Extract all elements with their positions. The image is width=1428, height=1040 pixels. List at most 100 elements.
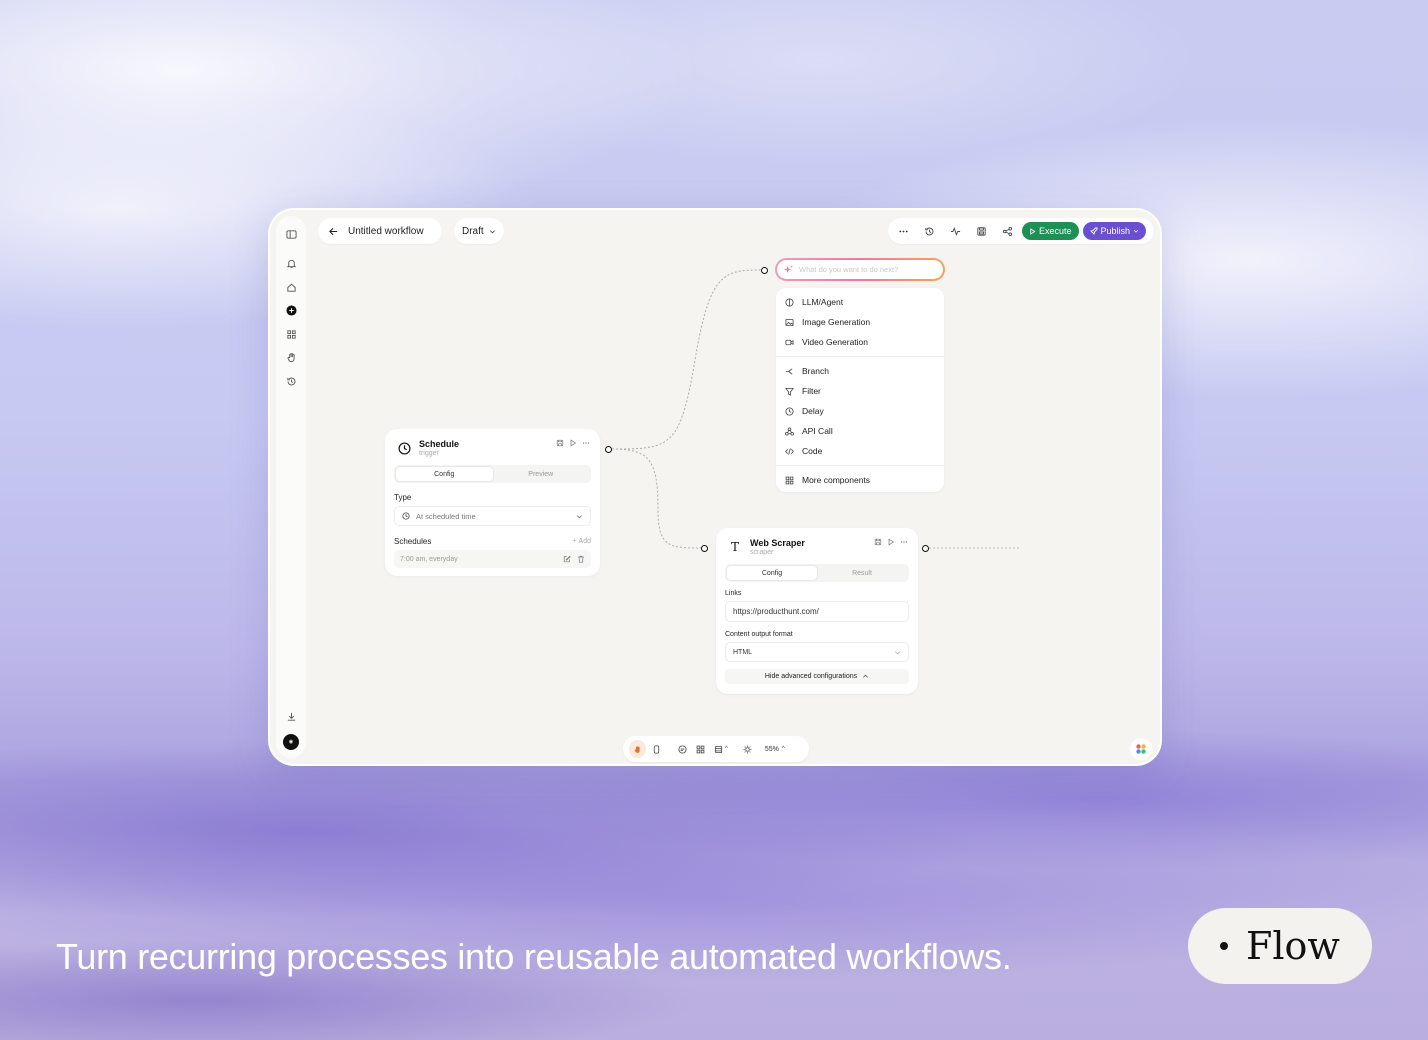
chevron-up-icon: ^ <box>781 746 785 752</box>
zoom-level: 55% <box>764 745 779 753</box>
theme-button[interactable] <box>740 740 755 758</box>
llm-icon <box>785 297 794 307</box>
comment-button[interactable] <box>675 740 690 758</box>
node-tabs: Config Preview <box>394 465 591 483</box>
hand-icon <box>634 745 640 753</box>
flow-badge-label: Flow <box>1246 924 1340 968</box>
menu-item-label: Delay <box>802 406 824 416</box>
menu-divider <box>776 465 944 466</box>
web-scraper-node[interactable]: T Web Scraper scraper Config Result Link… <box>716 528 918 694</box>
hide-advanced-label: Hide advanced configurations <box>764 673 858 680</box>
menu-item-delay[interactable]: Delay <box>776 401 944 421</box>
api-icon <box>785 426 794 436</box>
node-subtitle: scraper <box>750 549 774 556</box>
trash-icon[interactable] <box>577 555 585 563</box>
menu-item-filter[interactable]: Filter <box>776 381 944 401</box>
menu-item-label: More components <box>802 475 871 485</box>
pointer-tool-button[interactable] <box>649 740 664 758</box>
marketing-tagline: Turn recurring processes into reusable a… <box>56 936 1012 977</box>
image-icon <box>785 318 794 326</box>
tab-config[interactable]: Config <box>396 467 493 481</box>
chevron-down-icon <box>895 650 900 654</box>
menu-item-label: LLM/Agent <box>802 297 844 307</box>
grid-icon <box>785 476 794 484</box>
links-input[interactable]: https://producthunt.com/ <box>725 601 909 622</box>
schedule-entry[interactable]: 7:00 am, everyday <box>394 550 591 568</box>
input-port[interactable] <box>701 545 708 552</box>
node-title: Web Scraper <box>750 538 805 548</box>
menu-item-label: Image Generation <box>802 317 871 327</box>
code-icon <box>785 447 794 455</box>
chevron-up-icon <box>863 674 869 678</box>
save-icon[interactable] <box>874 538 882 546</box>
type-value: At scheduled time <box>416 511 476 521</box>
components-button[interactable] <box>693 740 708 758</box>
tab-preview[interactable]: Preview <box>493 467 590 481</box>
play-icon[interactable] <box>569 439 577 447</box>
output-port[interactable] <box>605 446 612 453</box>
format-label: Content output format <box>725 631 793 638</box>
component-menu: LLM/Agent Image Generation Video Generat… <box>776 288 944 492</box>
workflow-app-window: ◉ Untitled workflow Draft Execute Publis… <box>268 208 1162 766</box>
more-icon[interactable] <box>900 538 908 546</box>
menu-item-api-call[interactable]: API Call <box>776 421 944 441</box>
save-icon[interactable] <box>556 439 564 447</box>
tab-config[interactable]: Config <box>727 566 817 580</box>
pointer-icon <box>653 744 660 754</box>
format-select[interactable]: HTML <box>725 642 909 662</box>
sparkle-icon <box>784 265 793 274</box>
format-value: HTML <box>733 648 753 656</box>
input-port[interactable] <box>761 267 768 274</box>
bullet-icon <box>1220 942 1229 950</box>
add-schedule-button[interactable]: + Add <box>572 538 591 545</box>
plus-icon: + <box>572 538 577 545</box>
hide-advanced-button[interactable]: Hide advanced configurations <box>725 669 909 684</box>
menu-item-label: Code <box>802 446 823 456</box>
clock-icon <box>402 512 410 520</box>
hand-tool-button[interactable] <box>629 740 646 758</box>
type-label: Type <box>394 493 412 502</box>
menu-item-branch[interactable]: Branch <box>776 361 944 381</box>
next-step-input[interactable]: What do you want to do next? <box>775 258 945 281</box>
schedule-node[interactable]: Schedule trigger Config Preview Type At … <box>385 429 600 576</box>
chevron-down-icon <box>577 514 582 518</box>
menu-item-more-components[interactable]: More components <box>776 470 944 490</box>
menu-item-label: Video Generation <box>802 337 869 347</box>
type-select[interactable]: At scheduled time <box>394 506 591 526</box>
menu-item-label: Branch <box>802 366 829 376</box>
menu-item-llm-agent[interactable]: LLM/Agent <box>776 292 944 312</box>
schedule-entry-text: 7:00 am, everyday <box>400 555 458 563</box>
clock-icon <box>395 439 413 457</box>
text-icon: T <box>730 540 739 554</box>
output-port[interactable] <box>922 545 929 552</box>
grid-icon <box>696 745 705 753</box>
branch-icon <box>785 367 793 375</box>
tab-result[interactable]: Result <box>817 566 907 580</box>
edit-icon[interactable] <box>563 555 571 563</box>
menu-item-image-generation[interactable]: Image Generation <box>776 312 944 332</box>
chevron-up-icon: ^ <box>725 746 728 752</box>
menu-item-label: API Call <box>802 426 833 436</box>
menu-divider <box>776 356 944 357</box>
menu-item-label: Filter <box>802 386 821 396</box>
node-subtitle: trigger <box>419 450 439 457</box>
schedules-label: Schedules <box>394 537 432 546</box>
canvas-toolbar: ^ 55% ^ <box>623 736 809 762</box>
apps-icon[interactable] <box>1130 738 1152 760</box>
menu-item-video-generation[interactable]: Video Generation <box>776 332 944 352</box>
layout-icon <box>714 745 723 753</box>
sun-icon <box>743 744 752 754</box>
menu-item-code[interactable]: Code <box>776 441 944 461</box>
comment-icon <box>678 744 687 754</box>
play-icon[interactable] <box>887 538 895 546</box>
video-icon <box>785 339 794 345</box>
next-step-placeholder: What do you want to do next? <box>799 265 899 274</box>
add-label: Add <box>578 538 591 545</box>
more-icon[interactable] <box>582 439 590 447</box>
clock-icon <box>785 406 794 416</box>
layout-button[interactable]: ^ <box>711 740 731 758</box>
filter-icon <box>785 387 794 396</box>
zoom-control[interactable]: 55% ^ <box>762 740 788 758</box>
flow-badge: Flow <box>1188 908 1372 984</box>
links-label: Links <box>725 590 742 597</box>
